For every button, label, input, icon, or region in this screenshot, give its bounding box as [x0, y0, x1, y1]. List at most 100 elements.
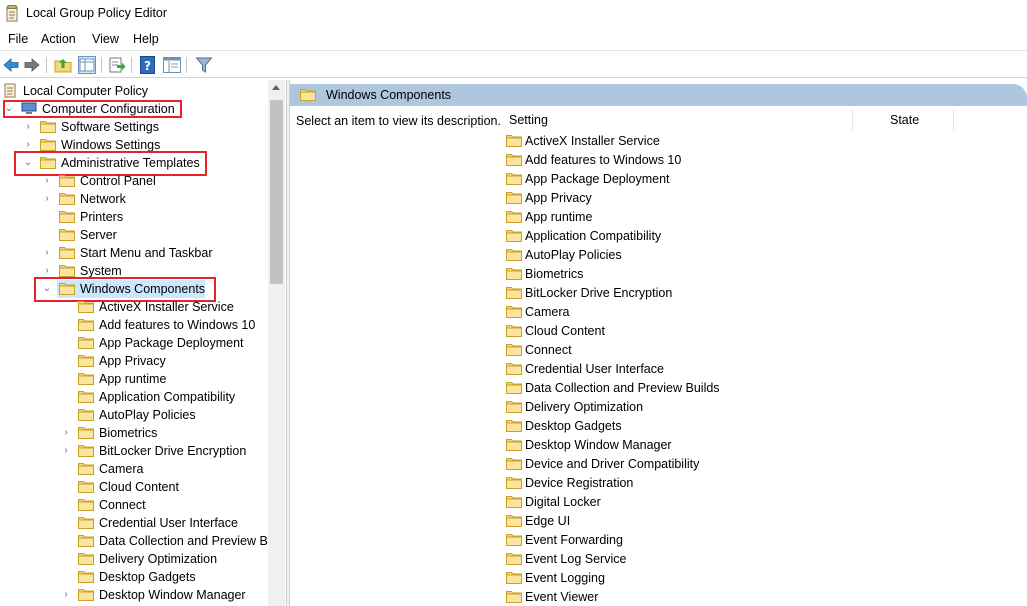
scrollbar-thumb[interactable]: [270, 100, 283, 284]
tree-item-label: Credential User Interface: [99, 516, 238, 530]
column-divider[interactable]: [953, 109, 954, 131]
tree-item-windows-component[interactable]: ActiveX Installer Service: [0, 298, 268, 316]
tree-scrollbar[interactable]: [268, 80, 285, 606]
list-item[interactable]: Biometrics: [506, 264, 1006, 283]
chevron-right-icon[interactable]: ›: [23, 121, 33, 133]
tree-item-windows-component[interactable]: Credential User Interface: [0, 514, 268, 532]
tree-item-server[interactable]: Server: [0, 226, 268, 244]
menu-view[interactable]: View: [92, 32, 119, 46]
chevron-right-icon[interactable]: ›: [42, 193, 52, 205]
list-item-label: ActiveX Installer Service: [525, 134, 660, 148]
menu-help[interactable]: Help: [133, 32, 159, 46]
list-item[interactable]: BitLocker Drive Encryption: [506, 283, 1006, 302]
tree-item-software-settings[interactable]: › Software Settings: [0, 118, 268, 136]
folder-icon: [78, 534, 94, 547]
up-folder-icon[interactable]: [54, 56, 72, 74]
list-item[interactable]: Cloud Content: [506, 321, 1006, 340]
export-list-icon[interactable]: [108, 56, 126, 74]
list-item[interactable]: Event Viewer: [506, 587, 1006, 606]
folder-icon: [506, 400, 522, 413]
folder-icon: [506, 286, 522, 299]
list-item[interactable]: Desktop Window Manager: [506, 435, 1006, 454]
chevron-right-icon[interactable]: ›: [61, 427, 71, 439]
folder-icon: [506, 324, 522, 337]
menu-action[interactable]: Action: [41, 32, 76, 46]
folder-icon: [59, 264, 75, 277]
tree-item-control-panel[interactable]: › Control Panel: [0, 172, 268, 190]
list-item[interactable]: Event Log Service: [506, 549, 1006, 568]
extended-view-icon[interactable]: [163, 56, 181, 74]
list-item[interactable]: Data Collection and Preview Builds: [506, 378, 1006, 397]
chevron-right-icon[interactable]: ›: [42, 175, 52, 187]
list-item[interactable]: Device Registration: [506, 473, 1006, 492]
tree-item-printers[interactable]: Printers: [0, 208, 268, 226]
list-item[interactable]: Add features to Windows 10: [506, 150, 1006, 169]
tree-item-windows-component[interactable]: Cloud Content: [0, 478, 268, 496]
tree-item-windows-component[interactable]: Add features to Windows 10: [0, 316, 268, 334]
filter-icon[interactable]: [195, 56, 213, 74]
tree-item-windows-component[interactable]: Data Collection and Preview Bui: [0, 532, 278, 550]
list-item-label: Desktop Window Manager: [525, 438, 672, 452]
list-item[interactable]: Device and Driver Compatibility: [506, 454, 1006, 473]
list-item[interactable]: Connect: [506, 340, 1006, 359]
tree-item-windows-component[interactable]: Camera: [0, 460, 268, 478]
show-hide-tree-icon[interactable]: [78, 56, 96, 74]
forward-icon[interactable]: [23, 56, 41, 74]
list-item[interactable]: Edge UI: [506, 511, 1006, 530]
list-item-label: Camera: [525, 305, 570, 319]
chevron-right-icon[interactable]: ›: [42, 247, 52, 259]
folder-icon: [506, 381, 522, 394]
list-item-label: Event Viewer: [525, 590, 599, 604]
help-icon[interactable]: ?: [139, 56, 157, 74]
chevron-right-icon[interactable]: ›: [61, 589, 71, 601]
list-item[interactable]: AutoPlay Policies: [506, 245, 1006, 264]
folder-icon: [59, 174, 75, 187]
tree-item-start-menu-and-taskbar[interactable]: › Start Menu and Taskbar: [0, 244, 268, 262]
tree-item-windows-component[interactable]: › BitLocker Drive Encryption: [0, 442, 268, 460]
toolbar: ?: [0, 52, 1027, 78]
list-item[interactable]: Digital Locker: [506, 492, 1006, 511]
tree-item-network[interactable]: › Network: [0, 190, 268, 208]
menu-file[interactable]: File: [8, 32, 28, 46]
list-item[interactable]: App Privacy: [506, 188, 1006, 207]
list-item[interactable]: ActiveX Installer Service: [506, 131, 1006, 150]
tree-item-windows-component[interactable]: App runtime: [0, 370, 268, 388]
column-header-setting[interactable]: Setting: [509, 113, 548, 127]
list-item[interactable]: Camera: [506, 302, 1006, 321]
tree-item-windows-component[interactable]: Delivery Optimization: [0, 550, 268, 568]
tree-item-label: Cloud Content: [99, 480, 179, 494]
details-header-title: Windows Components: [326, 88, 452, 102]
chevron-right-icon[interactable]: ›: [42, 265, 52, 277]
scroll-up-arrow-icon[interactable]: [272, 85, 280, 90]
folder-icon: [506, 438, 522, 451]
tree-item-label: Printers: [80, 210, 124, 224]
list-item-label: Event Log Service: [525, 552, 627, 566]
folder-icon: [78, 552, 94, 565]
chevron-right-icon[interactable]: ›: [61, 445, 71, 457]
list-item[interactable]: Event Forwarding: [506, 530, 1006, 549]
tree-item-windows-component[interactable]: › Biometrics: [0, 424, 268, 442]
list-item[interactable]: Delivery Optimization: [506, 397, 1006, 416]
list-item-label: Digital Locker: [525, 495, 601, 509]
details-header: Windows Components: [290, 84, 1027, 106]
list-item-label: Biometrics: [525, 267, 584, 281]
folder-icon: [506, 362, 522, 375]
tree-item-windows-component[interactable]: › Desktop Window Manager: [0, 586, 268, 604]
list-item[interactable]: Event Logging: [506, 568, 1006, 587]
list-item[interactable]: Application Compatibility: [506, 226, 1006, 245]
column-header-state[interactable]: State: [890, 113, 919, 127]
list-item[interactable]: Desktop Gadgets: [506, 416, 1006, 435]
chevron-right-icon[interactable]: ›: [23, 139, 33, 151]
tree-item-windows-component[interactable]: AutoPlay Policies: [0, 406, 268, 424]
tree-item-local-computer-policy[interactable]: Local Computer Policy: [0, 82, 268, 100]
tree-item-windows-component[interactable]: Application Compatibility: [0, 388, 268, 406]
tree-item-windows-component[interactable]: App Package Deployment: [0, 334, 268, 352]
tree-item-windows-component[interactable]: Desktop Gadgets: [0, 568, 268, 586]
list-item[interactable]: Credential User Interface: [506, 359, 1006, 378]
list-item[interactable]: App Package Deployment: [506, 169, 1006, 188]
list-item[interactable]: App runtime: [506, 207, 1006, 226]
back-icon[interactable]: [2, 56, 20, 74]
tree-item-windows-component[interactable]: App Privacy: [0, 352, 268, 370]
tree-item-windows-component[interactable]: Connect: [0, 496, 268, 514]
column-divider[interactable]: [852, 109, 853, 131]
